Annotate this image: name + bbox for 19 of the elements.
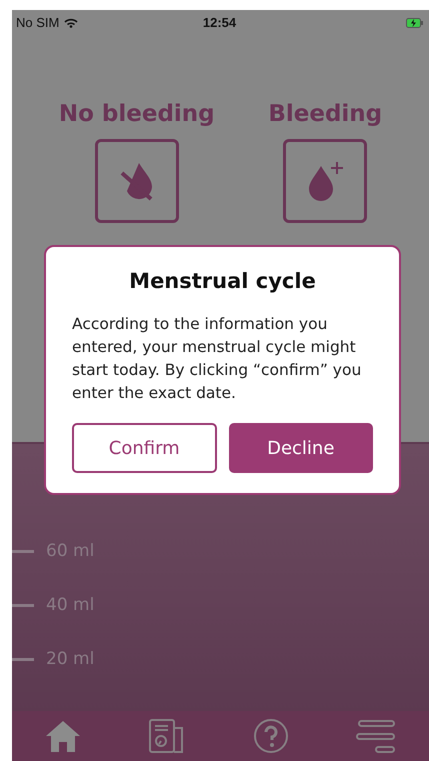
battery-charging-icon bbox=[406, 18, 423, 28]
carrier-label: No SIM bbox=[16, 15, 60, 30]
bleeding-option-button[interactable] bbox=[283, 139, 368, 223]
volume-label: 20 ml bbox=[46, 649, 94, 669]
home-icon bbox=[45, 719, 82, 753]
volume-label: 40 ml bbox=[46, 595, 94, 615]
dialog-message: According to the information you entered, your menstrual cycle might start today. By clicking “confirm” you enter the exact date. bbox=[72, 314, 362, 404]
clock-time: 12:54 bbox=[202, 15, 236, 30]
tab-button[interactable] bbox=[354, 717, 398, 755]
no-drop-icon bbox=[118, 161, 155, 201]
option-label: No bleeding bbox=[58, 101, 215, 127]
bleeding-option-button[interactable] bbox=[94, 139, 179, 223]
menu-icon bbox=[356, 719, 396, 753]
option-label: Bleeding bbox=[268, 101, 382, 127]
dialog-title: Menstrual cycle bbox=[128, 269, 317, 293]
help-icon bbox=[252, 718, 289, 754]
decline-button[interactable]: Decline bbox=[228, 423, 373, 473]
confirm-button[interactable]: Confirm bbox=[72, 423, 216, 473]
wifi-icon bbox=[64, 18, 78, 28]
